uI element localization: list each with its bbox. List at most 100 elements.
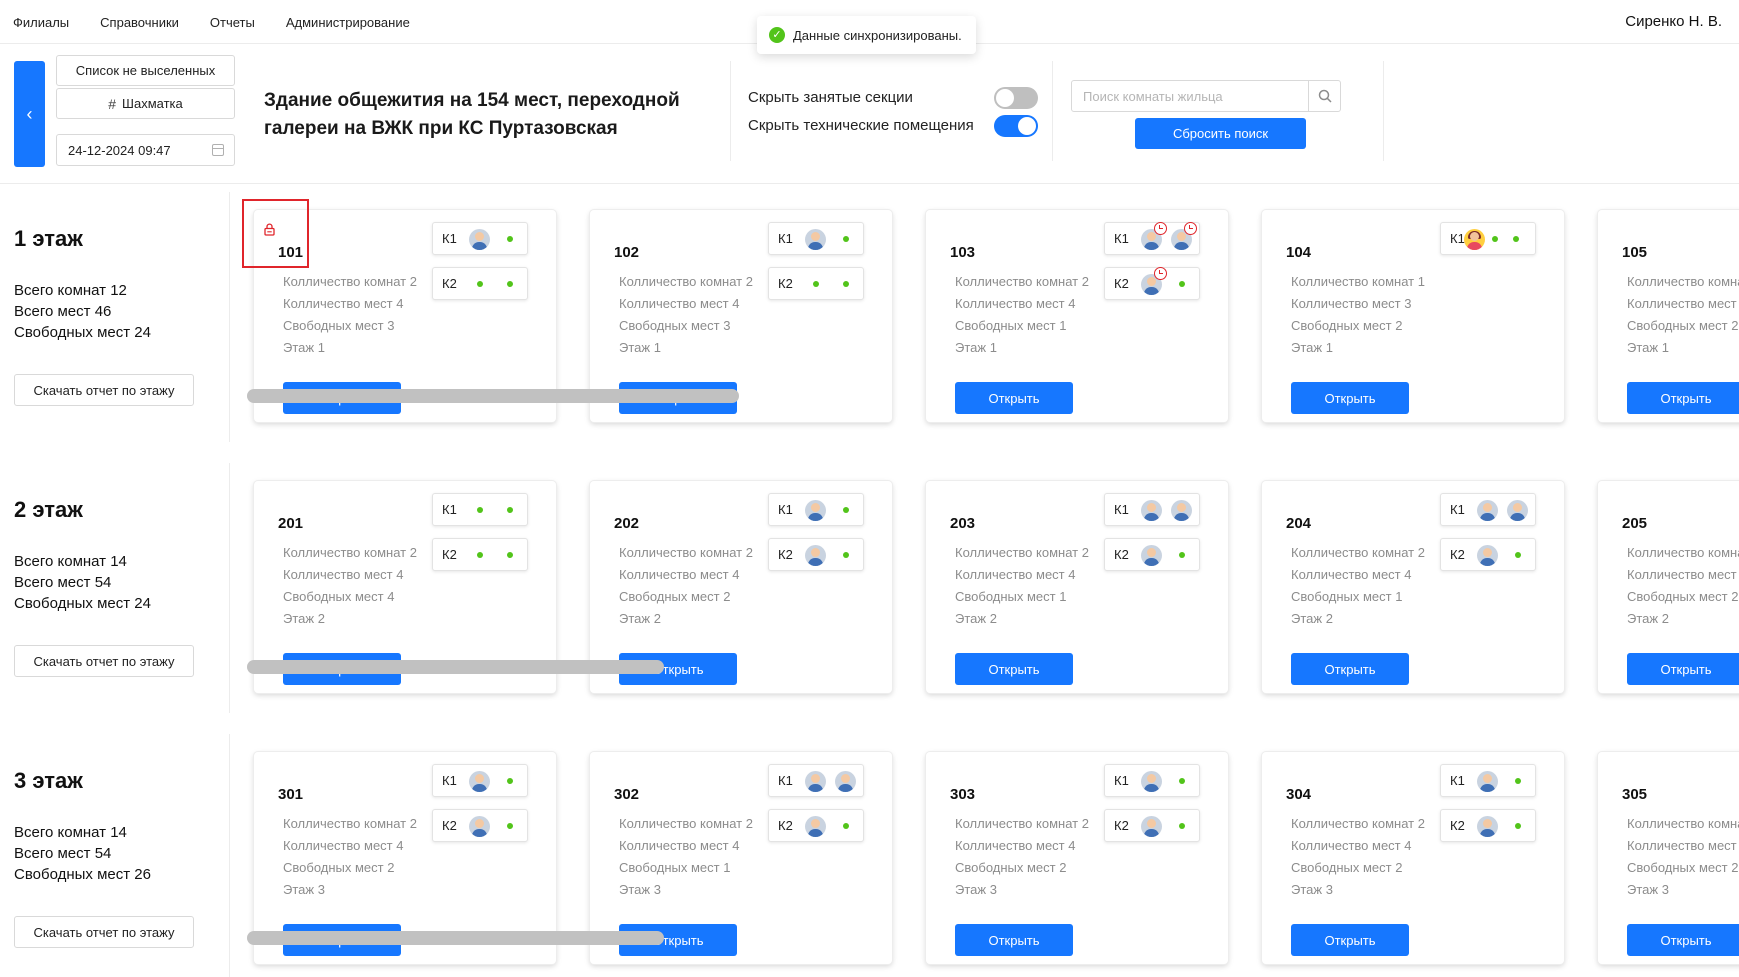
search-input[interactable]	[1072, 81, 1308, 111]
free-bed-slot[interactable]	[496, 815, 526, 837]
section-badge[interactable]: К1	[768, 493, 864, 526]
chessboard-button[interactable]: # Шахматка	[56, 88, 235, 119]
open-room-button[interactable]: Открыть	[1291, 924, 1409, 956]
free-bed-slot[interactable]	[466, 544, 496, 566]
section-badge[interactable]: К1	[1440, 764, 1536, 797]
download-floor-report-button[interactable]: Скачать отчет по этажу	[14, 645, 194, 677]
horizontal-scrollbar[interactable]	[247, 660, 664, 674]
section-badge[interactable]: К2	[768, 809, 864, 842]
section-badge[interactable]: К2	[1440, 809, 1536, 842]
section-badge[interactable]: К2	[768, 267, 864, 300]
open-room-button[interactable]: Открыть	[1627, 382, 1739, 414]
user-name[interactable]: Сиренко Н. В.	[1625, 13, 1722, 30]
occupied-bed-slot[interactable]	[1138, 544, 1168, 566]
section-badge[interactable]: К1	[432, 222, 528, 255]
section-badge[interactable]: К1	[432, 764, 528, 797]
section-badge[interactable]: К1	[1440, 222, 1536, 255]
occupied-bed-slot[interactable]	[1168, 499, 1198, 521]
download-floor-report-button[interactable]: Скачать отчет по этажу	[14, 916, 194, 948]
menu-item-branches[interactable]: Филиалы	[13, 15, 69, 30]
occupied-bed-slot[interactable]	[1504, 499, 1534, 521]
hide-technical-toggle[interactable]	[994, 115, 1038, 137]
free-bed-slot[interactable]	[1504, 770, 1534, 792]
section-badge[interactable]: К1	[1104, 493, 1200, 526]
occupied-bed-slot[interactable]	[466, 228, 496, 250]
section-badge[interactable]: К1	[1104, 222, 1200, 255]
free-bed-slot[interactable]	[1168, 770, 1198, 792]
menu-item-references[interactable]: Справочники	[100, 15, 179, 30]
open-room-button[interactable]: Открыть	[1291, 382, 1409, 414]
occupied-bed-slot[interactable]	[1474, 544, 1504, 566]
occupied-bed-slot[interactable]	[466, 770, 496, 792]
free-bed-slot[interactable]	[1504, 544, 1534, 566]
free-bed-slot[interactable]	[832, 815, 862, 837]
occupied-bed-slot[interactable]	[802, 815, 832, 837]
open-room-button[interactable]: Открыть	[1291, 653, 1409, 685]
section-badge[interactable]: К1	[1440, 493, 1536, 526]
date-picker[interactable]: 24-12-2024 09:47	[56, 134, 235, 166]
occupied-bed-slot[interactable]	[1138, 815, 1168, 837]
not-evicted-list-button[interactable]: Список не выселенных	[56, 55, 235, 86]
free-bed-slot[interactable]	[1168, 815, 1198, 837]
download-floor-report-button[interactable]: Скачать отчет по этажу	[14, 374, 194, 406]
occupied-bed-slot[interactable]	[832, 770, 862, 792]
search-button[interactable]	[1308, 81, 1340, 111]
open-room-button[interactable]: Открыть	[955, 382, 1073, 414]
section-badge[interactable]: К2	[1440, 538, 1536, 571]
section-badge[interactable]: К2	[432, 267, 528, 300]
occupied-bed-slot[interactable]	[802, 228, 832, 250]
open-room-button[interactable]: Открыть	[1627, 653, 1739, 685]
menu-item-administration[interactable]: Администрирование	[286, 15, 410, 30]
free-bed-slot[interactable]	[1168, 273, 1198, 295]
free-bed-slot[interactable]	[496, 499, 526, 521]
free-bed-slot[interactable]	[496, 228, 526, 250]
free-bed-slot[interactable]	[466, 499, 496, 521]
free-bed-slot[interactable]	[496, 770, 526, 792]
occupied-bed-slot[interactable]	[1138, 770, 1168, 792]
free-bed-slot[interactable]	[496, 544, 526, 566]
occupied-bed-slot[interactable]	[1138, 267, 1168, 295]
section-badge[interactable]: К2	[432, 538, 528, 571]
section-badge[interactable]: К2	[1104, 809, 1200, 842]
open-room-button[interactable]: Открыть	[955, 924, 1073, 956]
free-bed-slot[interactable]	[1504, 815, 1534, 837]
occupied-bed-slot[interactable]	[802, 499, 832, 521]
free-bed-slot[interactable]	[1506, 228, 1527, 250]
rooms-strip[interactable]: 201 Колличество комнат 2 Колличество мест …	[232, 455, 1739, 727]
menu-item-reports[interactable]: Отчеты	[210, 15, 255, 30]
free-bed-slot[interactable]	[832, 228, 862, 250]
free-bed-slot[interactable]	[496, 273, 526, 295]
section-badge[interactable]: К1	[768, 764, 864, 797]
horizontal-scrollbar[interactable]	[247, 389, 739, 403]
section-badge[interactable]: К2	[1104, 538, 1200, 571]
free-bed-slot[interactable]	[832, 544, 862, 566]
section-badge[interactable]: К2	[432, 809, 528, 842]
free-bed-slot[interactable]	[1485, 228, 1506, 250]
occupied-bed-slot[interactable]	[802, 770, 832, 792]
back-button[interactable]: ‹	[14, 61, 45, 167]
reset-search-button[interactable]: Сбросить поиск	[1135, 118, 1306, 149]
occupied-bed-slot[interactable]	[1474, 499, 1504, 521]
section-badge[interactable]: К1	[768, 222, 864, 255]
occupied-bed-slot[interactable]	[1168, 222, 1198, 250]
occupied-bed-slot[interactable]	[1138, 222, 1168, 250]
free-bed-slot[interactable]	[802, 273, 832, 295]
free-bed-slot[interactable]	[832, 273, 862, 295]
section-badge[interactable]: К2	[768, 538, 864, 571]
section-badge[interactable]: К1	[1104, 764, 1200, 797]
hide-occupied-toggle[interactable]	[994, 87, 1038, 109]
free-bed-slot[interactable]	[832, 499, 862, 521]
open-room-button[interactable]: Открыть	[955, 653, 1073, 685]
open-room-button[interactable]: Открыть	[1627, 924, 1739, 956]
occupied-bed-slot[interactable]	[1138, 499, 1168, 521]
occupied-bed-slot[interactable]	[1474, 815, 1504, 837]
occupied-bed-slot[interactable]	[1464, 228, 1485, 250]
occupied-bed-slot[interactable]	[466, 815, 496, 837]
occupied-bed-slot[interactable]	[1474, 770, 1504, 792]
rooms-strip[interactable]: 101 Колличество комнат 2 Колличество мест …	[232, 184, 1739, 456]
free-bed-slot[interactable]	[466, 273, 496, 295]
section-badge[interactable]: К2	[1104, 267, 1200, 300]
horizontal-scrollbar[interactable]	[247, 931, 664, 945]
free-bed-slot[interactable]	[1168, 544, 1198, 566]
occupied-bed-slot[interactable]	[802, 544, 832, 566]
